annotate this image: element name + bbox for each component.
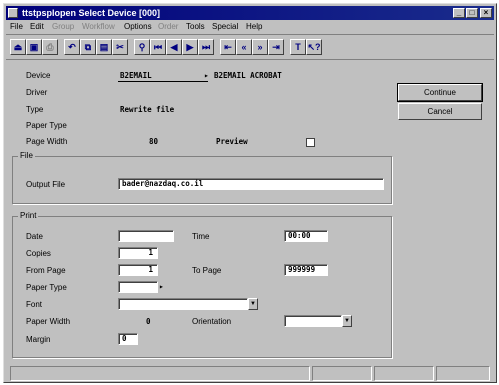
next-record-icon[interactable]: ▶ [182,39,198,55]
page-width-value: 80 [149,137,159,146]
menu-bar: File Edit Group Workflow Options Order T… [6,21,494,33]
save-icon[interactable]: ▣ [26,39,42,55]
previous-page-icon[interactable]: « [236,39,252,55]
copies-label: Copies [26,249,51,258]
previous-record-icon[interactable]: ◀ [166,39,182,55]
first-record-icon[interactable]: ⏮ [150,39,166,55]
menu-edit[interactable]: Edit [30,21,44,33]
system-menu-icon[interactable] [8,8,18,18]
paper-width-label: Paper Width [26,317,71,326]
type-value: Rewrite file [120,105,175,114]
font-dropdown-icon[interactable]: ▼ [248,298,258,310]
exit-icon[interactable]: ⏏ [10,39,26,55]
menu-options[interactable]: Options [124,21,152,33]
to-page-label: To Page [192,266,222,275]
delete-icon[interactable]: ✂ [112,39,128,55]
status-pane-4 [436,366,490,381]
minimize-button[interactable]: _ [453,8,465,18]
margin-input[interactable]: 0 [118,333,138,345]
copies-input[interactable]: 1 [118,247,158,259]
paper-type-label: Paper Type [26,121,67,130]
menu-tools[interactable]: Tools [186,21,205,33]
driver-label: Driver [26,88,48,97]
find-icon[interactable]: ⚲ [134,39,150,55]
device-underline [118,81,208,82]
next-page-icon[interactable]: » [252,39,268,55]
undo-icon[interactable]: ↶ [64,39,80,55]
margin-label: Margin [26,335,51,344]
status-pane-2 [312,366,372,381]
print-icon[interactable]: ⎙ [42,39,58,55]
menu-group[interactable]: Group [52,21,74,33]
date-input[interactable] [118,230,174,242]
menu-special[interactable]: Special [212,21,238,33]
paper-width-value: 0 [146,317,151,326]
menu-workflow[interactable]: Workflow [82,21,115,33]
text-icon[interactable]: T [290,39,306,55]
type-label: Type [26,105,44,114]
last-record-icon[interactable]: ⏭ [198,39,214,55]
date-label: Date [26,232,43,241]
preview-checkbox[interactable] [306,138,315,147]
last-page-icon[interactable]: ⇥ [268,39,284,55]
menu-order[interactable]: Order [158,21,178,33]
paste-icon[interactable]: ▤ [96,39,112,55]
print-group-title: Print [18,211,39,221]
output-file-label: Output File [26,180,66,189]
menu-help[interactable]: Help [246,21,262,33]
status-pane-3 [374,366,434,381]
menu-file[interactable]: File [10,21,23,33]
status-bar [6,366,494,381]
time-input[interactable]: 00:00 [284,230,328,242]
from-page-label: From Page [26,266,66,275]
device-arrow-icon: ▸ [204,71,209,80]
window-title: ttstpsplopen Select Device [000] [22,8,161,18]
toolbar: ⏏ ▣ ⎙ ↶ ⧉ ▤ ✂ ⚲ ⏮ ◀ ▶ ⏭ ⇤ « » ⇥ T ↖? [6,34,494,60]
orientation-label: Orientation [192,317,232,326]
continue-button[interactable]: Continue [397,83,483,102]
orientation-dropdown-icon[interactable]: ▼ [342,315,352,327]
copy-icon[interactable]: ⧉ [80,39,96,55]
to-page-input[interactable]: 999999 [284,264,328,276]
paper-type-input[interactable] [118,281,158,293]
title-bar[interactable]: ttstpsplopen Select Device [000] _ □ × [6,6,494,20]
cancel-button[interactable]: Cancel [398,103,482,120]
from-page-input[interactable]: 1 [118,264,158,276]
font-label: Font [26,300,43,309]
page-width-label: Page Width [26,137,68,146]
font-select[interactable] [118,298,248,310]
print-paper-type-label: Paper Type [26,283,67,292]
paper-type-arrow-icon[interactable]: ▸ [159,282,164,292]
first-page-icon[interactable]: ⇤ [220,39,236,55]
output-file-input[interactable]: bader@nazdaq.co.il [118,178,384,190]
device-description: B2EMAIL ACROBAT [214,71,282,80]
maximize-button[interactable]: □ [466,8,478,18]
time-label: Time [192,232,210,241]
select-device-window: ttstpsplopen Select Device [000] _ □ × F… [3,3,497,383]
file-group-title: File [18,151,35,161]
close-button[interactable]: × [480,8,492,18]
status-pane-main [10,366,310,381]
device-value[interactable]: B2EMAIL [120,71,152,81]
device-label: Device [26,71,51,80]
help-pointer-icon[interactable]: ↖? [306,39,322,55]
orientation-select[interactable] [284,315,342,327]
preview-label: Preview [216,137,248,146]
